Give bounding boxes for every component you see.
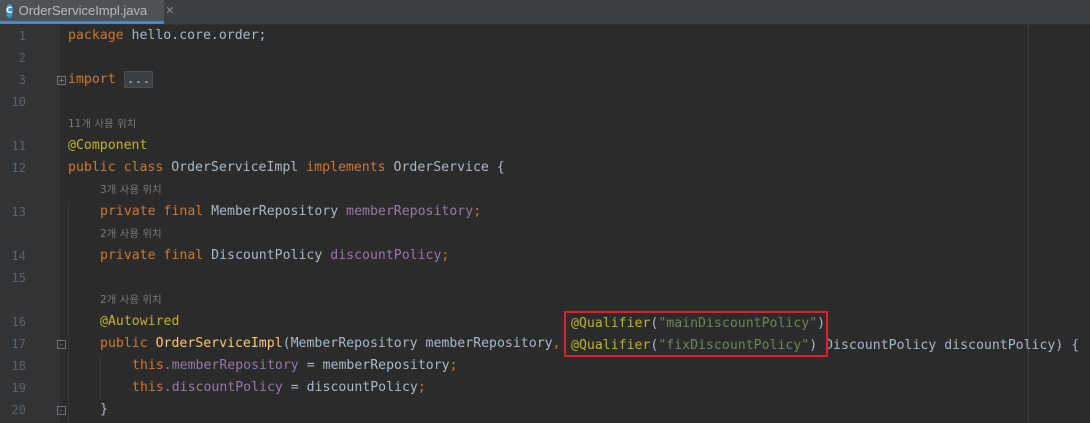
type-name: MemberRepository — [211, 204, 347, 219]
java-class-icon: C — [6, 3, 13, 18]
paren: ) — [817, 316, 826, 331]
fold-end-icon[interactable]: - — [57, 406, 66, 415]
closing-brace: } — [100, 402, 108, 417]
keyword: this — [132, 358, 164, 373]
field-name: .memberRepository — [163, 358, 299, 373]
right-margin-guide — [1028, 25, 1029, 423]
field-name: discountPolicy — [330, 248, 442, 263]
assignment: = memberRepository — [298, 358, 450, 373]
semicolon: ; — [449, 358, 458, 373]
tab-label: OrderServiceImpl.java — [18, 3, 148, 18]
qualifier-main[interactable]: @Qualifier("mainDiscountPolicy") — [571, 313, 825, 335]
code-line-20[interactable]: } — [100, 399, 108, 421]
annotation: @Qualifier — [571, 338, 651, 353]
line-number: 1 — [18, 29, 26, 43]
keyword: this — [132, 380, 164, 395]
line-number: 20 — [11, 403, 26, 417]
fold-expand-icon[interactable]: + — [57, 76, 66, 85]
line-number: 18 — [11, 359, 26, 373]
indent-guide — [68, 201, 69, 423]
line-number: 14 — [11, 249, 26, 263]
interface-name: OrderService { — [393, 160, 505, 175]
tab-order-service-impl[interactable]: C OrderServiceImpl.java ✕ — [0, 0, 174, 24]
class-name: OrderServiceImpl — [171, 160, 307, 175]
annotation: @Component — [68, 138, 148, 153]
qualifier-fix[interactable]: @Qualifier("fixDiscountPolicy") Discount… — [571, 335, 1079, 357]
paren: ) — [809, 338, 818, 353]
usage-hint-class[interactable]: 11개 사용 위치 — [68, 113, 136, 135]
code-line-1[interactable]: package hello.core.order; — [68, 25, 267, 47]
line-number: 19 — [11, 381, 26, 395]
usage-hint-constructor[interactable]: 2개 사용 위치 — [100, 289, 162, 311]
collapsed-imports[interactable]: ... — [123, 71, 154, 88]
annotation: @Autowired — [100, 314, 180, 329]
semicolon: ; — [417, 380, 426, 395]
code-line-19[interactable]: this.discountPolicy = discountPolicy; — [132, 377, 426, 399]
line-number: 12 — [11, 161, 26, 175]
string-literal: "fixDiscountPolicy" — [658, 338, 810, 353]
assignment: = discountPolicy — [282, 380, 418, 395]
code-line-14[interactable]: private final DiscountPolicy discountPol… — [100, 245, 449, 267]
close-icon[interactable]: ✕ — [165, 4, 174, 17]
keyword: implements — [306, 160, 394, 175]
usage-hint-member-repository[interactable]: 3개 사용 위치 — [100, 179, 162, 201]
string-literal: "mainDiscountPolicy" — [658, 316, 818, 331]
line-number: 3 — [18, 73, 26, 87]
code-line-18[interactable]: this.memberRepository = memberRepository… — [132, 355, 458, 377]
code-line-3[interactable]: import ... — [68, 69, 154, 91]
field-name: .discountPolicy — [163, 380, 283, 395]
usage-hint-discount-policy[interactable]: 2개 사용 위치 — [100, 223, 162, 245]
code-line-11[interactable]: @Component — [68, 135, 147, 157]
editor-tab-bar: C OrderServiceImpl.java ✕ — [0, 0, 1090, 25]
line-number: 11 — [11, 139, 26, 153]
indent-guide — [100, 355, 101, 400]
code-line-17[interactable]: public OrderServiceImpl(MemberRepository… — [100, 333, 568, 355]
code-line-13[interactable]: private final MemberRepository memberRep… — [100, 201, 481, 223]
line-number: 2 — [18, 51, 26, 65]
type-name: DiscountPolicy — [211, 248, 331, 263]
semicolon: ; — [473, 204, 482, 219]
line-number: 10 — [11, 95, 26, 109]
fold-collapse-icon[interactable]: - — [57, 340, 66, 349]
keyword: public — [100, 336, 156, 351]
keyword: private final — [100, 204, 212, 219]
keyword: private final — [100, 248, 212, 263]
line-number-gutter[interactable]: 1 2 3 10 11 12 13 14 15 16 17 18 19 20 — [0, 25, 60, 423]
parameters: (MemberRepository memberRepository — [282, 336, 553, 351]
parameters: DiscountPolicy discountPolicy) { — [817, 338, 1080, 353]
line-number: 17 — [11, 337, 26, 351]
semicolon: ; — [441, 248, 450, 263]
line-number: 13 — [11, 205, 26, 219]
keyword: import — [68, 72, 116, 87]
keyword: public class — [68, 160, 172, 175]
comma: , — [552, 336, 569, 351]
keyword: package — [68, 28, 124, 43]
constructor-name: OrderServiceImpl — [155, 336, 283, 351]
annotation: @Qualifier — [571, 316, 651, 331]
package-name: hello.core.order; — [123, 28, 267, 43]
line-number: 16 — [11, 315, 26, 329]
code-line-16[interactable]: @Autowired — [100, 311, 179, 333]
field-name: memberRepository — [346, 204, 474, 219]
code-line-12[interactable]: public class OrderServiceImpl implements… — [68, 157, 505, 179]
line-number: 15 — [11, 271, 26, 285]
